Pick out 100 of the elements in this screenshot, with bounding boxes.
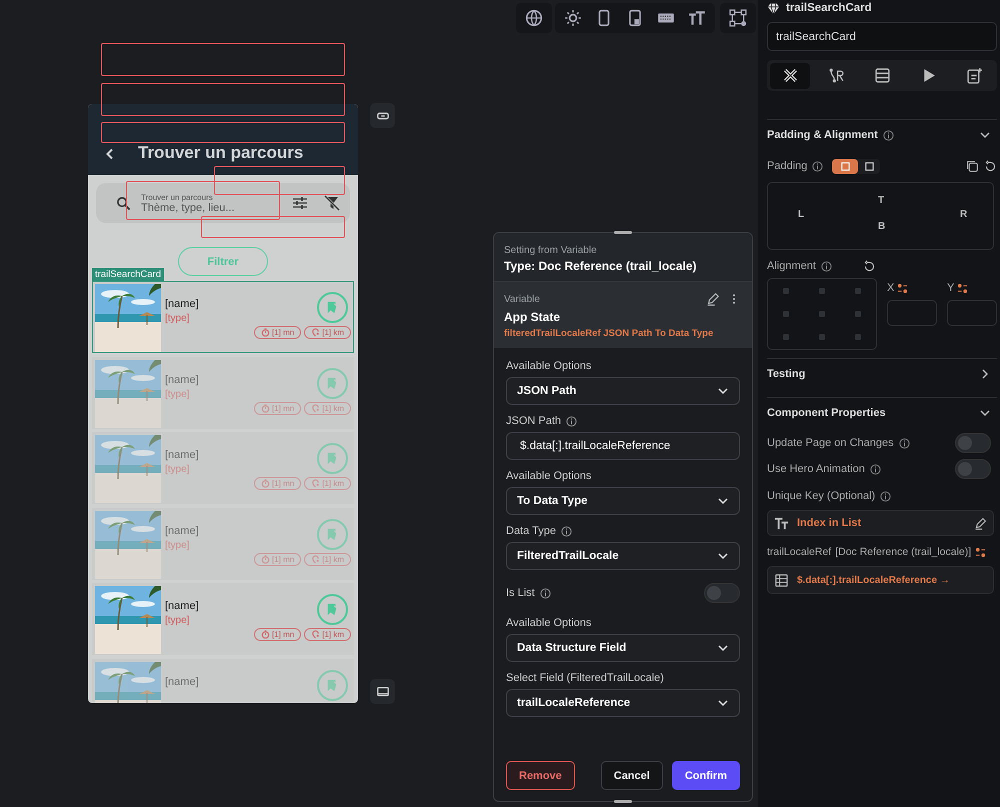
confirm-button[interactable]: Confirm <box>672 761 740 790</box>
variable-source: App State <box>504 310 562 324</box>
globe-icon[interactable] <box>525 9 543 27</box>
trail-type: [type] <box>165 615 190 626</box>
variable-path: filteredTrailLocaleRef JSON Path To Data Type <box>504 328 714 339</box>
unique-key-field[interactable]: Index in List <box>767 510 994 536</box>
trail-type: [type] <box>165 388 190 400</box>
route-icon <box>311 404 320 412</box>
duration-text: [1] mn <box>272 554 294 564</box>
trail-card[interactable]: [name] [type] [1] mn [1] km <box>92 281 354 353</box>
unique-key-value: Index in List <box>797 517 862 529</box>
setting-label: Use Hero Animation <box>767 463 865 475</box>
server-icon <box>874 67 890 84</box>
list-icon <box>774 572 789 588</box>
field-label: Available Options <box>506 617 592 629</box>
duration-text: [1] mn <box>272 404 294 412</box>
route-icon <box>311 630 320 639</box>
input-field[interactable]: $.data[:].trailLocaleReference <box>506 432 740 460</box>
trail-type: [type] <box>165 313 190 324</box>
graph-icon[interactable] <box>729 9 747 27</box>
component-name: trailSearchCard <box>786 2 872 14</box>
section-title: Component Properties <box>767 407 886 419</box>
route-icon <box>311 554 320 564</box>
padding-mode-toggle[interactable] <box>832 158 880 174</box>
distance-text: [1] km <box>322 630 344 639</box>
field-label: Is List <box>506 587 535 599</box>
dropdown[interactable]: trailLocaleReference <box>506 689 740 717</box>
reset-icon[interactable] <box>984 160 997 172</box>
sliders-icon[interactable] <box>292 195 308 211</box>
copy-icon[interactable] <box>966 160 979 172</box>
y-label: Y <box>947 282 954 294</box>
variable-icon <box>957 282 968 294</box>
parameter-type: [Doc Reference (trail_locale)] <box>835 546 972 558</box>
trail-card[interactable]: [name] [type] [1] mn [1] km <box>92 583 354 655</box>
toggle-switch[interactable] <box>955 433 991 453</box>
toggle-switch[interactable] <box>955 459 991 479</box>
panel-tab[interactable] <box>770 62 810 88</box>
tablet-icon[interactable] <box>626 9 644 27</box>
edit-icon[interactable] <box>706 292 720 306</box>
padding-label: Padding <box>767 160 808 172</box>
field-label: Available Options <box>506 470 592 482</box>
info-icon <box>870 464 881 474</box>
trail-name: [name] <box>165 600 199 612</box>
screen-icon <box>376 684 390 698</box>
info-icon <box>882 130 894 140</box>
field-label: Available Options <box>506 360 592 372</box>
section-title: Testing <box>767 368 806 380</box>
stopwatch-icon <box>260 328 270 337</box>
name-field[interactable]: trailSearchCard <box>767 22 997 51</box>
flow-icon <box>828 67 844 84</box>
trail-name: [name] <box>165 676 199 688</box>
right-label: R <box>960 209 968 220</box>
duration-text: [1] mn <box>272 630 294 639</box>
trail-name: [name] <box>165 374 199 386</box>
text-size-icon[interactable] <box>688 9 706 27</box>
alignment-label: Alignment <box>767 260 816 272</box>
trail-name: [name] <box>165 449 199 461</box>
section-title: Padding & Alignment <box>767 129 878 141</box>
dropdown[interactable]: FilteredTrailLocale <box>506 542 740 570</box>
duration-text: [1] mn <box>272 479 294 488</box>
y-field[interactable] <box>947 300 997 326</box>
duration-text: [1] mn <box>272 328 294 337</box>
trail-name: [name] <box>165 524 199 536</box>
edit-icon[interactable] <box>974 516 987 530</box>
setting-label: Update Page on Changes <box>767 437 894 449</box>
info-icon <box>898 438 910 448</box>
more-icon[interactable] <box>732 293 736 305</box>
parameter-value-field[interactable]: $.data[:].trailLocaleReference → <box>767 566 994 594</box>
remove-button[interactable]: Remove <box>506 761 575 790</box>
stopwatch-icon <box>260 630 270 639</box>
note-add-icon <box>966 67 982 84</box>
dialog-subtitle: Setting from Variable <box>504 245 598 256</box>
toggle-switch[interactable] <box>704 583 740 603</box>
variable-label: Variable <box>504 294 541 304</box>
dropdown[interactable]: JSON Path <box>506 377 740 405</box>
search-input[interactable]: Thème, type, lieu... <box>141 202 271 214</box>
filter-off-icon[interactable] <box>324 195 340 211</box>
trail-type: [type] <box>165 540 190 550</box>
reset-icon[interactable] <box>862 260 876 272</box>
sun-icon[interactable] <box>564 9 582 27</box>
dropdown[interactable]: To Data Type <box>506 487 740 515</box>
search-field[interactable]: Trouver un parcours Thème, type, lieu... <box>96 183 350 223</box>
cancel-button[interactable]: Cancel <box>600 761 663 790</box>
distance-text: [1] km <box>322 479 344 488</box>
route-icon <box>311 328 320 337</box>
square-icon <box>864 160 875 172</box>
parameter-value: $.data[:].trailLocaleReference → <box>797 574 950 586</box>
split-square-icon <box>840 160 851 172</box>
padding-editor[interactable]: T L R B <box>767 182 994 250</box>
stopwatch-icon <box>260 554 270 564</box>
variable-icon <box>897 282 908 294</box>
left-label: L <box>798 209 804 220</box>
field-label: JSON Path <box>506 415 562 427</box>
unique-key-label: Unique Key (Optional) <box>767 490 876 502</box>
x-field[interactable] <box>887 300 937 326</box>
dropdown[interactable]: Data Structure Field <box>506 634 740 662</box>
parameter-name: trailLocaleRef <box>767 546 832 558</box>
toggle-button[interactable] <box>370 103 395 128</box>
info-icon <box>880 490 892 502</box>
variable-icon[interactable] <box>975 546 986 558</box>
